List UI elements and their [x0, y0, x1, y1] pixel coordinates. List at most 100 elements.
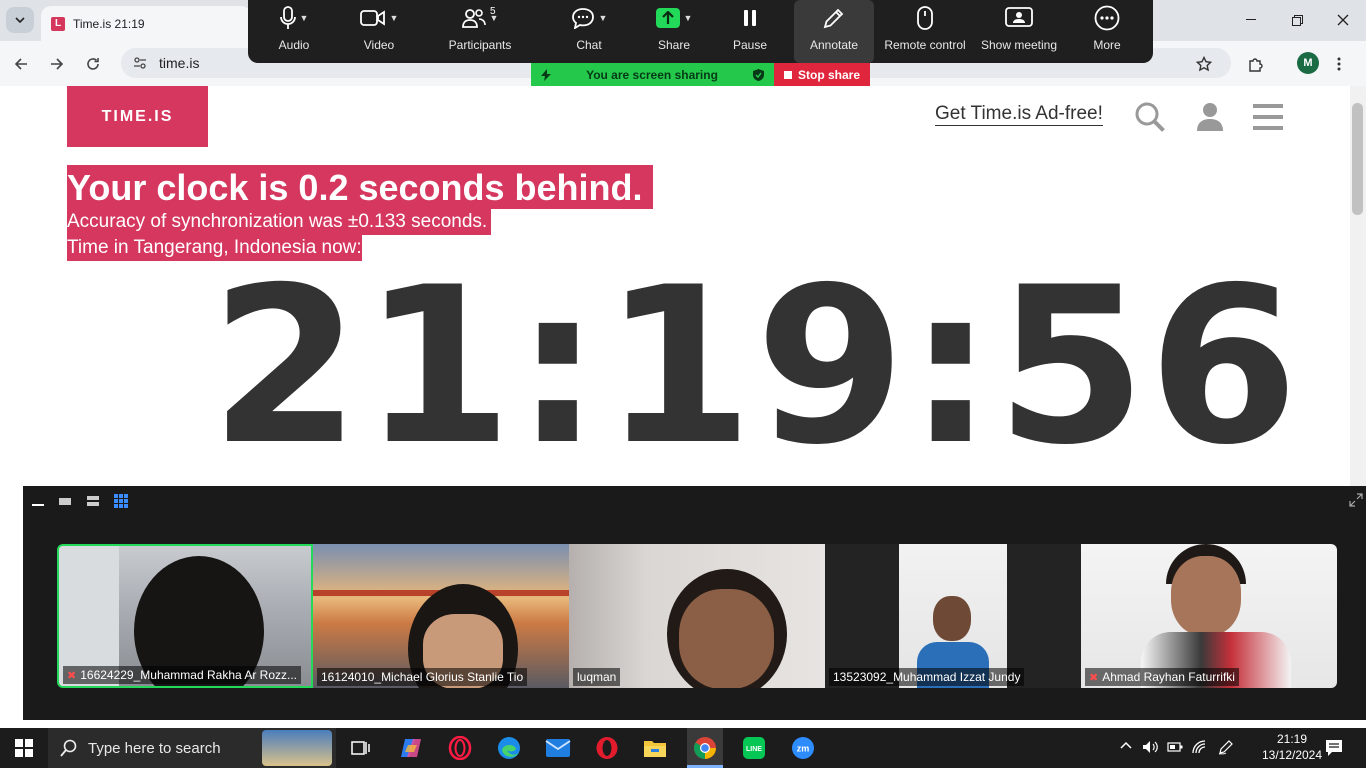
participant-name-tag: ✖ 16624229_Muhammad Rakha Ar Rozz... — [63, 666, 302, 684]
participant-face — [679, 589, 774, 688]
tray-overflow-icon[interactable] — [1120, 741, 1132, 749]
time-is-logo[interactable]: TIME.IS — [67, 86, 208, 147]
audio-options-caret[interactable]: ▼ — [300, 13, 309, 23]
clock-offset-headline: Your clock is 0.2 seconds behind. — [67, 165, 653, 209]
line-button[interactable]: LINE — [739, 734, 769, 762]
url-text[interactable]: time.is — [159, 55, 199, 71]
participant-tile[interactable]: 16124010_Michael Glorius Stanlie Tio — [313, 544, 569, 688]
taskbar-clock[interactable]: 21:19 13/12/2024 — [1257, 731, 1327, 763]
copilot-button[interactable] — [396, 734, 426, 762]
opera-icon — [596, 737, 618, 759]
share-options-caret[interactable]: ▼ — [684, 13, 693, 23]
chat-button[interactable]: ▼ Chat — [560, 0, 618, 63]
task-view-button[interactable] — [346, 734, 376, 762]
forward-button[interactable] — [44, 51, 70, 77]
chrome-button[interactable] — [687, 728, 723, 768]
start-button[interactable] — [9, 734, 39, 762]
mail-button[interactable] — [543, 734, 573, 762]
extensions-button[interactable] — [1242, 51, 1268, 77]
share-label: Share — [657, 38, 691, 52]
participant-name: 16624229_Muhammad Rakha Ar Rozz... — [80, 668, 298, 682]
windows-logo-icon — [15, 739, 33, 757]
participant-tile[interactable]: ✖ Ahmad Rayhan Faturrifki — [1081, 544, 1337, 688]
kebab-menu-icon — [1337, 57, 1341, 71]
more-button[interactable]: More — [1087, 0, 1127, 63]
remote-control-button[interactable]: Remote control — [882, 0, 968, 63]
pause-share-button[interactable]: Pause — [728, 0, 772, 63]
speaker-view-icon[interactable] — [58, 494, 72, 508]
back-button[interactable] — [8, 51, 34, 77]
tab-title: Time.is 21:19 — [73, 16, 145, 31]
star-icon — [1196, 56, 1212, 72]
participants-icon — [461, 9, 486, 28]
participant-tile[interactable]: luqman — [569, 544, 825, 688]
search-icon[interactable] — [1134, 101, 1166, 133]
user-account-icon[interactable] — [1195, 101, 1225, 131]
site-info-icon[interactable] — [133, 56, 147, 70]
browser-tab[interactable]: L Time.is 21:19 — [41, 6, 251, 41]
pen-menu-icon[interactable] — [1218, 739, 1234, 755]
stop-share-button[interactable]: Stop share — [774, 63, 870, 86]
chat-options-caret[interactable]: ▼ — [599, 13, 608, 23]
opera-gx-button[interactable] — [445, 734, 475, 762]
task-view-icon — [351, 741, 370, 755]
zoom-button[interactable]: zm — [788, 734, 818, 762]
volume-icon[interactable] — [1142, 740, 1158, 754]
participant-name: 13523092_Muhammad Izzat Jundy — [833, 670, 1021, 684]
puzzle-icon — [1249, 58, 1263, 72]
participant-tile[interactable]: ✖ 16624229_Muhammad Rakha Ar Rozz... — [57, 544, 313, 688]
participants-button[interactable]: ▼ Participants — [440, 0, 520, 63]
reload-button[interactable] — [80, 51, 106, 77]
profile-avatar[interactable]: M — [1297, 52, 1319, 74]
annotate-button[interactable]: Annotate — [794, 0, 874, 63]
tab-search-button[interactable] — [6, 7, 34, 33]
file-explorer-icon — [644, 741, 666, 757]
expand-icon[interactable] — [1349, 493, 1363, 507]
show-meeting-label: Show meeting — [980, 38, 1058, 52]
close-icon — [1337, 14, 1349, 26]
pause-label: Pause — [732, 38, 768, 52]
edge-button[interactable] — [494, 734, 524, 762]
scrollbar-thumb[interactable] — [1352, 103, 1363, 215]
minimize-button[interactable] — [1228, 0, 1274, 40]
screen-sharing-indicator[interactable]: You are screen sharing — [531, 63, 774, 86]
participant-tile[interactable]: 13523092_Muhammad Izzat Jundy — [825, 544, 1081, 688]
search-icon — [60, 739, 77, 757]
pause-icon — [744, 10, 756, 26]
browser-menu-button[interactable] — [1326, 51, 1352, 77]
participant-name-tag: 13523092_Muhammad Izzat Jundy — [829, 668, 1025, 686]
time-is-favicon-icon: L — [51, 16, 65, 31]
search-placeholder: Type here to search — [88, 739, 221, 757]
share-button[interactable]: ▼ Share — [648, 0, 700, 63]
battery-icon[interactable] — [1167, 741, 1183, 753]
hamburger-menu-icon[interactable] — [1253, 104, 1283, 130]
wifi-icon[interactable] — [1192, 740, 1208, 754]
file-explorer-button[interactable] — [640, 734, 670, 762]
adfree-link[interactable]: Get Time.is Ad-free! — [935, 103, 1103, 126]
bookmark-button[interactable] — [1191, 51, 1217, 77]
share-screen-icon — [655, 8, 680, 28]
opera-button[interactable] — [592, 734, 622, 762]
shield-check-icon — [753, 68, 764, 81]
close-window-button[interactable] — [1320, 0, 1366, 40]
more-dots-icon — [1094, 5, 1120, 31]
restore-button[interactable] — [1274, 0, 1320, 40]
video-options-caret[interactable]: ▼ — [390, 13, 399, 23]
minimize-video-icon[interactable] — [31, 494, 45, 508]
audio-button[interactable]: ▼ Audio — [266, 0, 322, 63]
strip-view-icon[interactable] — [86, 494, 100, 508]
copilot-icon — [401, 739, 421, 757]
video-button[interactable]: ▼ Video — [347, 0, 411, 63]
edge-icon — [498, 737, 520, 759]
taskbar-search[interactable]: Type here to search — [48, 728, 336, 768]
search-highlight-image — [262, 730, 332, 766]
video-camera-icon — [359, 10, 385, 26]
mail-icon — [545, 739, 571, 757]
notifications-icon[interactable] — [1325, 739, 1343, 757]
show-meeting-button[interactable]: Show meeting — [978, 0, 1060, 63]
participant-name: Ahmad Rayhan Faturrifki — [1102, 670, 1235, 684]
gallery-view-icon[interactable] — [114, 494, 128, 508]
taskbar-date: 13/12/2024 — [1261, 748, 1323, 762]
participant-face — [933, 596, 971, 641]
line-icon: LINE — [743, 737, 765, 759]
